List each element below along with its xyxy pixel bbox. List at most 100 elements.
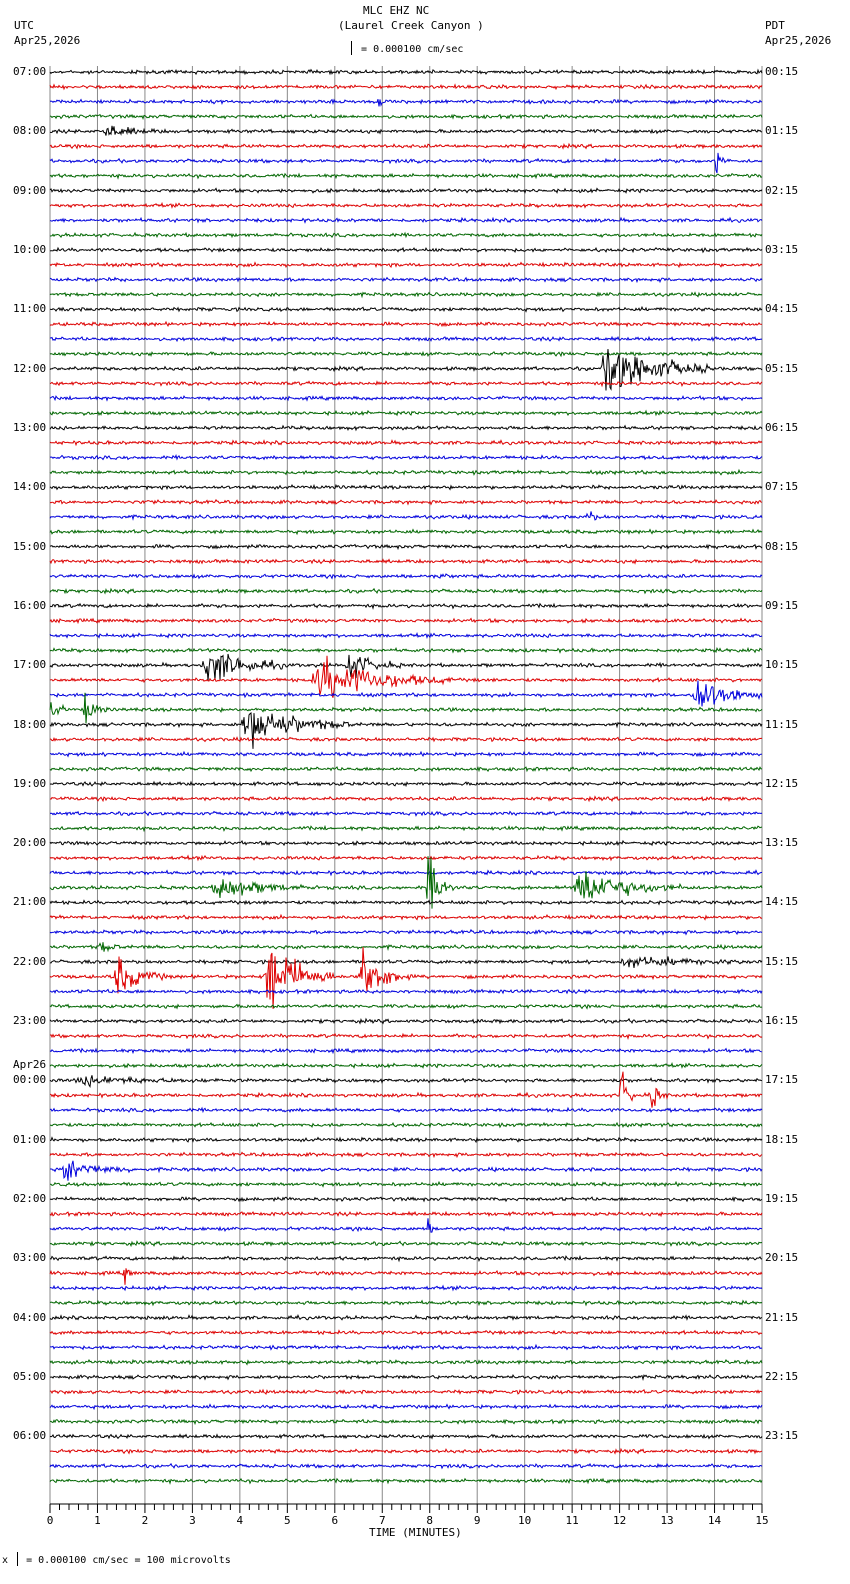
- trace-line: [50, 602, 763, 610]
- trace-line: [49, 824, 763, 833]
- pdt-hour-label: 21:15: [765, 1310, 799, 1324]
- utc-hour-label: 16:00: [13, 598, 47, 612]
- x-tick-label: 11: [565, 1514, 579, 1527]
- trace-line: [49, 380, 763, 388]
- pdt-hour-label: 14:15: [765, 895, 799, 909]
- pdt-hour-label: 20:15: [765, 1251, 799, 1265]
- trace-line: [49, 454, 763, 461]
- utc-hour-label: 14:00: [13, 480, 47, 494]
- pdt-hour-label: 10:15: [765, 658, 799, 672]
- x-tick-label: 1: [94, 1514, 101, 1527]
- trace-line: [49, 98, 763, 107]
- utc-hour-label: 06:00: [13, 1429, 47, 1443]
- trace-line: [49, 573, 763, 580]
- trace-line: [49, 142, 763, 150]
- trace-line: [49, 1268, 763, 1285]
- trace-line: [49, 83, 763, 91]
- trace-line: [49, 795, 763, 803]
- utc-hour-label: 19:00: [13, 776, 47, 790]
- trace-line: [49, 1388, 763, 1396]
- utc-hour-label: 07:00: [13, 65, 47, 78]
- pdt-hour-label: 17:15: [765, 1073, 799, 1087]
- trace-line: [49, 766, 762, 773]
- trace-line: [49, 988, 763, 995]
- trace-line: [49, 424, 763, 432]
- trace-line: [49, 231, 763, 239]
- trace-line: [49, 1284, 763, 1292]
- trace-line: [49, 276, 763, 284]
- trace-line: [49, 1017, 763, 1025]
- trace-line: [49, 1218, 762, 1233]
- x-tick-label: 6: [331, 1514, 339, 1527]
- utc-hour-label: 18:00: [13, 717, 47, 731]
- trace-line: [49, 172, 763, 180]
- trace-line: [49, 350, 763, 358]
- trace-line: [49, 1121, 763, 1129]
- trace-line: [49, 305, 763, 313]
- utc-hour-label: 00:00: [13, 1073, 47, 1087]
- utc-hour-label: 03:00: [13, 1251, 47, 1265]
- pdt-hour-label: 15:15: [765, 954, 799, 968]
- utc-hour-label: 05:00: [13, 1370, 47, 1384]
- trace-line: [49, 1195, 763, 1203]
- pdt-hour-label: 16:15: [765, 1014, 799, 1028]
- trace-line: [49, 201, 763, 209]
- trace-line: [49, 1358, 763, 1366]
- utc-hour-label: 21:00: [13, 895, 47, 909]
- pdt-hour-label: 07:15: [765, 480, 799, 494]
- trace-line: [49, 1062, 763, 1069]
- trace-line: [49, 839, 763, 847]
- trace-line: [50, 1373, 763, 1381]
- trace-line: [49, 528, 763, 536]
- trace-line: [49, 1329, 763, 1336]
- trace-line: [49, 1210, 763, 1218]
- pdt-hour-label: 00:15: [765, 65, 799, 78]
- x-tick-label: 10: [518, 1514, 532, 1527]
- date-change-label: Apr26: [13, 1058, 47, 1072]
- trace-line: [49, 1032, 763, 1041]
- utc-hour-label: 20:00: [13, 836, 47, 850]
- trace-line: [49, 335, 763, 343]
- trace-line: [49, 632, 763, 639]
- x-tick-label: 9: [473, 1514, 481, 1527]
- utc-hour-label: 02:00: [13, 1192, 47, 1206]
- trace-line: [49, 1106, 763, 1114]
- utc-hour-label: 01:00: [13, 1132, 47, 1146]
- trace-line: [49, 543, 763, 551]
- trace-line: [49, 856, 763, 909]
- seismogram-plot: [49, 66, 763, 1513]
- x-tick-label: 2: [141, 1514, 149, 1527]
- trace-line: [49, 1255, 763, 1263]
- utc-hour-label: 17:00: [13, 658, 47, 672]
- utc-hour-label: 15:00: [13, 539, 47, 553]
- trace-line: [50, 1180, 763, 1188]
- pdt-hour-label: 11:15: [765, 717, 799, 731]
- pdt-hour-label: 08:15: [765, 539, 799, 553]
- trace-line: [49, 511, 763, 521]
- trace-line: [49, 869, 763, 877]
- footer-scale: x = 0.000100 cm/sec = 100 microvolts: [2, 1549, 231, 1566]
- trace-line: [49, 780, 763, 788]
- x-tick-label: 4: [236, 1514, 244, 1527]
- pdt-hour-label: 02:15: [765, 183, 799, 197]
- x-tick-label: 3: [189, 1514, 196, 1527]
- trace-line: [49, 152, 763, 174]
- trace-line: [49, 246, 763, 254]
- pdt-hour-label: 23:15: [765, 1429, 799, 1443]
- trace-line: [49, 439, 763, 447]
- trace-line: [49, 1047, 763, 1055]
- trace-line: [49, 913, 763, 921]
- trace-line: [49, 899, 763, 906]
- trace-line: [49, 394, 763, 402]
- trace-line: [49, 692, 763, 724]
- trace-line: [49, 1447, 763, 1455]
- trace-line: [50, 1160, 763, 1181]
- utc-hour-label: 11:00: [13, 302, 47, 316]
- trace-line: [49, 750, 763, 758]
- trace-line: [49, 854, 763, 862]
- x-tick-label: 13: [660, 1514, 674, 1527]
- utc-hour-label: 09:00: [13, 183, 47, 197]
- pdt-hour-label: 18:15: [765, 1132, 799, 1146]
- utc-hour-label: 10:00: [13, 242, 47, 256]
- scale-bar-icon: [17, 1552, 23, 1566]
